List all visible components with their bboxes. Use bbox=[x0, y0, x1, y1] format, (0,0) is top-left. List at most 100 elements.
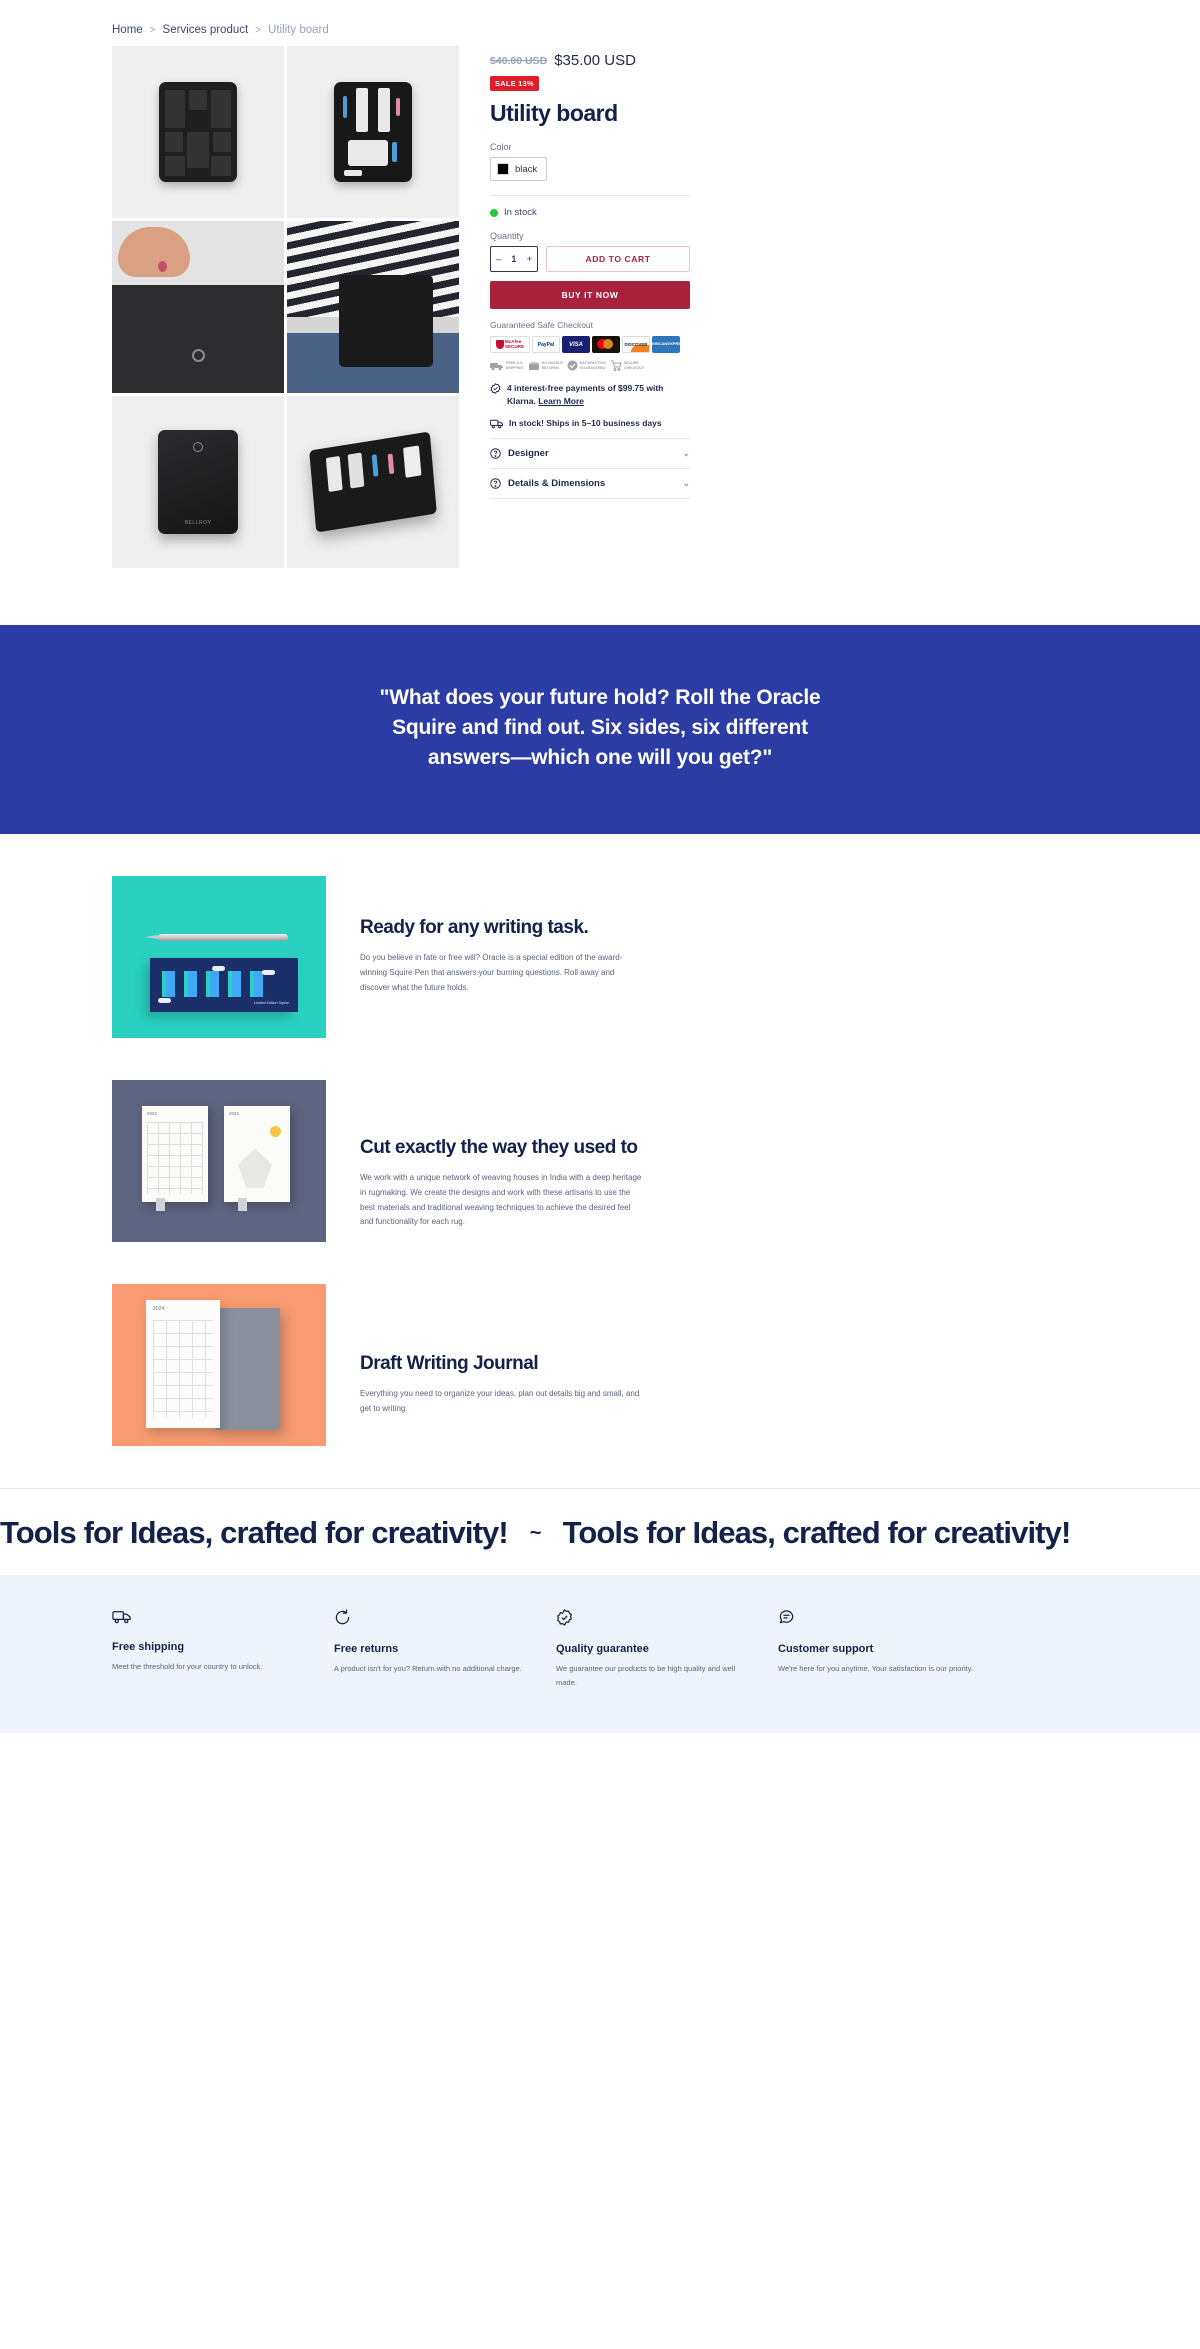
grey-journal-graphic bbox=[216, 1308, 280, 1431]
stock-label: In stock bbox=[504, 207, 537, 218]
buy-it-now-button[interactable]: BUY IT NOW bbox=[490, 281, 690, 309]
gallery-image-2[interactable] bbox=[287, 46, 459, 218]
features-section: Limited Edition Squire Ready for any wri… bbox=[0, 834, 1200, 1447]
product-section: BELLROY $40.00 USD $35.00 USD SALE 13% U… bbox=[0, 46, 1200, 568]
chat-support-icon bbox=[778, 1609, 974, 1631]
add-to-cart-button[interactable]: ADD TO CART bbox=[546, 246, 690, 272]
marquee-text-2: Tools for Ideas, crafted for creativity! bbox=[562, 1515, 1072, 1551]
safe-checkout-title: Guaranteed Safe Checkout bbox=[490, 320, 594, 330]
benefit-free-returns: Free returns A product isn't for you? Re… bbox=[334, 1609, 556, 1688]
quantity-increase-button[interactable]: + bbox=[527, 254, 532, 264]
color-label: Color bbox=[490, 142, 512, 152]
status-badge: In stock bbox=[490, 207, 690, 218]
gallery-image-3[interactable] bbox=[112, 221, 284, 393]
page-title: Utility board bbox=[490, 100, 618, 126]
product-gallery: BELLROY bbox=[112, 46, 459, 568]
accordion-designer-label: Designer bbox=[508, 448, 549, 460]
breadcrumb-separator-icon: > bbox=[149, 24, 156, 36]
accordion-details-dimensions[interactable]: Details & Dimensions ⌄ bbox=[490, 468, 690, 500]
breadcrumb-item-home[interactable]: Home bbox=[112, 24, 143, 36]
feature-row-3: 2024 Draft Writing Journal Everything yo… bbox=[112, 1284, 1200, 1447]
question-mark-icon bbox=[490, 478, 501, 489]
benefit-title: Quality guarantee bbox=[556, 1643, 649, 1656]
shipping-promo: In stock! Ships in 5–10 business days bbox=[490, 417, 690, 430]
mcafee-secure-icon: McAfee SECURE bbox=[490, 336, 530, 353]
journal-year-right: 2023 bbox=[229, 1111, 239, 1117]
feature-image-3: 2024 bbox=[112, 1284, 326, 1447]
color-chip-icon bbox=[497, 163, 509, 175]
question-mark-icon bbox=[490, 448, 501, 459]
stock-dot-icon bbox=[490, 208, 498, 217]
journal-year: 2024 bbox=[153, 1306, 165, 1313]
utopia-box-graphic: Limited Edition Squire bbox=[150, 958, 298, 1013]
chevron-down-icon: ⌄ bbox=[682, 478, 690, 489]
breadcrumb-separator-icon: > bbox=[255, 24, 262, 36]
benefit-customer-support: Customer support We're here for you anyt… bbox=[778, 1609, 1000, 1688]
breadcrumb: Home > Services product > Utility board bbox=[0, 0, 1200, 46]
klarna-text: 4 interest-free payments of $99.75 with … bbox=[507, 383, 664, 406]
feature-row-2: 2022 2023 Cut exactly the way they used … bbox=[112, 1080, 1200, 1243]
product-image-open-tools bbox=[334, 82, 412, 182]
paypal-icon: PayPal bbox=[532, 336, 560, 353]
white-journal-graphic: 2024 bbox=[146, 1300, 220, 1429]
benefit-title: Free returns bbox=[334, 1643, 399, 1656]
gallery-image-5[interactable]: BELLROY bbox=[112, 396, 284, 568]
benefit-title: Customer support bbox=[778, 1643, 874, 1656]
quantity-value[interactable]: 1 bbox=[511, 254, 516, 264]
feature-image-2: 2022 2023 bbox=[112, 1080, 326, 1243]
quote-text: "What does your future hold? Roll the Or… bbox=[379, 686, 821, 769]
benefit-quality-guarantee: Quality guarantee We guarantee our produ… bbox=[556, 1609, 778, 1688]
product-info-panel: $40.00 USD $35.00 USD SALE 13% Utility b… bbox=[490, 46, 690, 500]
truck-icon bbox=[490, 419, 503, 428]
mastercard-icon bbox=[592, 336, 620, 353]
benefit-title: Free shipping bbox=[112, 1641, 185, 1654]
quantity-label: Quantity bbox=[490, 231, 524, 241]
shipping-text: In stock! Ships in 5–10 business days bbox=[509, 417, 662, 428]
product-image-closed-front bbox=[159, 82, 237, 182]
trust-badges: FREE U.S. SHIPPING NO-HASSLE RETURNS SATIS… bbox=[490, 360, 690, 371]
gallery-image-1[interactable] bbox=[112, 46, 284, 218]
gallery-image-4[interactable] bbox=[287, 221, 459, 393]
accordion-details-label: Details & Dimensions bbox=[508, 478, 606, 490]
benefit-text: We're here for you anytime. Your satisfa… bbox=[778, 1664, 973, 1674]
accordion-designer[interactable]: Designer ⌄ bbox=[490, 438, 690, 468]
visa-icon: VISA bbox=[562, 336, 590, 353]
color-swatch-label: black bbox=[515, 163, 538, 175]
benefits-section: Free shipping Meet the threshold for you… bbox=[0, 1575, 1200, 1733]
feature-image-caption: Limited Edition Squire bbox=[254, 1001, 289, 1006]
feature-text-2: We work with a unique network of weaving… bbox=[360, 1172, 642, 1227]
truck-icon bbox=[112, 1609, 308, 1629]
feature-body-3: Draft Writing Journal Everything you nee… bbox=[360, 1284, 644, 1416]
benefit-text: We guarantee our products to be high qua… bbox=[556, 1664, 736, 1687]
marquee-separator: ~ bbox=[529, 1521, 542, 1544]
color-swatch-black[interactable]: black bbox=[490, 157, 548, 181]
gallery-image-6[interactable] bbox=[287, 396, 459, 568]
squire-pen-graphic bbox=[145, 934, 288, 942]
benefit-free-shipping: Free shipping Meet the threshold for you… bbox=[112, 1609, 334, 1688]
price-original: $40.00 USD bbox=[490, 54, 548, 67]
feature-text-1: Do you believe in fate or free will? Ora… bbox=[360, 952, 623, 992]
quantity-stepper[interactable]: – 1 + bbox=[490, 246, 538, 272]
klarna-promo: 4 interest-free payments of $99.75 with … bbox=[490, 382, 690, 408]
no-hassle-returns-badge: NO-HASSLE RETURNS bbox=[528, 360, 563, 371]
breadcrumb-item-current: Utility board bbox=[268, 24, 329, 36]
divider bbox=[490, 195, 690, 196]
klarna-learn-more-link[interactable]: Learn More bbox=[538, 396, 584, 406]
feature-heading-3: Draft Writing Journal bbox=[360, 1353, 539, 1375]
quote-banner: "What does your future hold? Roll the Or… bbox=[0, 625, 1200, 835]
product-image-back-panel: BELLROY bbox=[158, 430, 238, 534]
free-shipping-badge: FREE U.S. SHIPPING bbox=[490, 360, 524, 371]
product-image-angled bbox=[309, 431, 437, 533]
discover-icon: DISCOVER bbox=[622, 336, 650, 353]
quantity-decrease-button[interactable]: – bbox=[496, 254, 501, 264]
benefit-text: Meet the threshold for your country to u… bbox=[112, 1662, 263, 1672]
journal-left-graphic: 2022 bbox=[142, 1106, 208, 1212]
breadcrumb-item-services-product[interactable]: Services product bbox=[163, 24, 249, 36]
return-arrow-icon bbox=[334, 1609, 530, 1631]
feature-text-3: Everything you need to organize your ide… bbox=[360, 1388, 640, 1413]
badge-check-icon bbox=[490, 383, 501, 394]
product-image-person-carrying bbox=[287, 221, 459, 393]
secure-checkout-badge: SECURE CHECKOUT bbox=[610, 360, 644, 371]
marquee-banner: Tools for Ideas, crafted for creativity!… bbox=[0, 1488, 1200, 1575]
feature-heading-1: Ready for any writing task. bbox=[360, 917, 589, 939]
